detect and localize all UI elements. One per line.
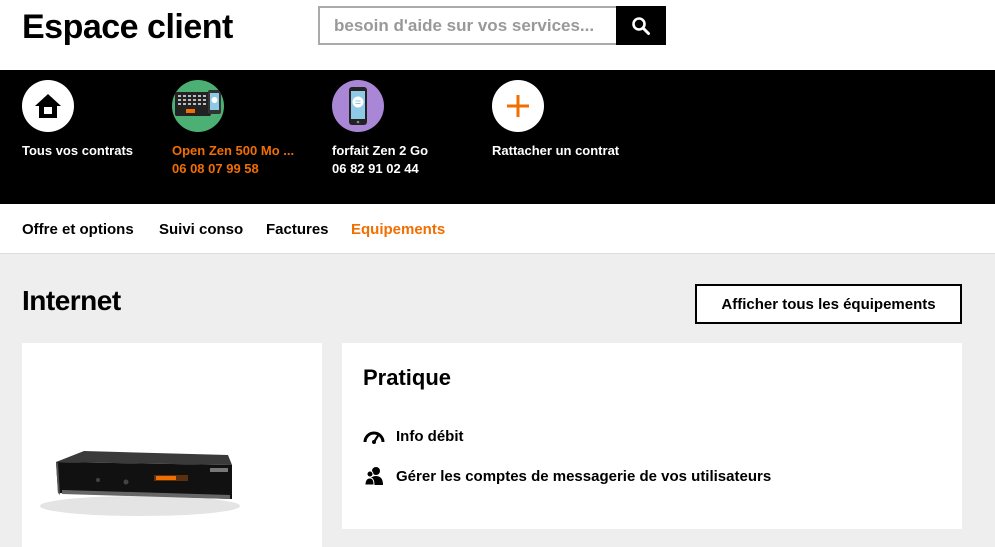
mobile-phone-icon [332,80,384,132]
show-all-equipment-button[interactable]: Afficher tous les équipements [695,284,962,324]
tab-offre-et-options[interactable]: Offre et options [22,221,134,238]
pratique-card: Pratique Info débit Gérer les comptes de… [342,343,962,529]
contract-label: Open Zen 500 Mo ... [172,143,295,158]
contract-label: Rattacher un contrat [492,143,620,158]
contract-number: 06 82 91 02 44 [332,161,419,176]
tab-equipements[interactable]: Equipements [351,221,445,238]
header: Espace client [0,0,995,70]
contract-number: 06 08 07 99 58 [172,161,259,176]
equipment-card[interactable] [22,343,322,547]
router-image [40,451,240,516]
contract-attach[interactable]: Rattacher un contrat [492,80,647,160]
tab-suivi-conso[interactable]: Suivi conso [159,221,243,238]
search-input[interactable] [318,6,616,45]
plus-icon [492,80,544,132]
speedometer-icon [363,426,385,446]
contract-all[interactable]: Tous vos contrats [22,80,177,160]
section-title: Internet [22,285,121,316]
info-debit-link[interactable]: Info débit [363,426,464,446]
contract-label: Tous vos contrats [22,143,134,158]
link-label: Info débit [396,427,464,445]
pratique-title: Pratique [363,365,452,390]
page-title: Espace client [22,8,233,46]
contract-forfait-zen[interactable]: forfait Zen 2 Go 06 82 91 02 44 [332,80,487,178]
contract-label: forfait Zen 2 Go [332,143,429,158]
users-icon [363,466,385,486]
search-icon [632,16,650,35]
contract-tabs: Offre et options Suivi conso Factures Eq… [0,204,995,254]
main-content: Internet Afficher tous les équipements P… [0,254,995,547]
laptop-phone-icon [172,80,224,132]
link-label: Gérer les comptes de messagerie de vos u… [396,467,772,485]
contract-open-zen[interactable]: Open Zen 500 Mo ... 06 08 07 99 58 [172,80,327,178]
tab-factures[interactable]: Factures [266,221,329,238]
manage-mail-accounts-link[interactable]: Gérer les comptes de messagerie de vos u… [363,466,771,486]
home-icon [22,80,74,132]
search-bar [318,6,666,45]
contracts-bar: Tous vos contrats Open Zen 500 Mo ... 06… [0,70,995,204]
search-button[interactable] [616,6,666,45]
